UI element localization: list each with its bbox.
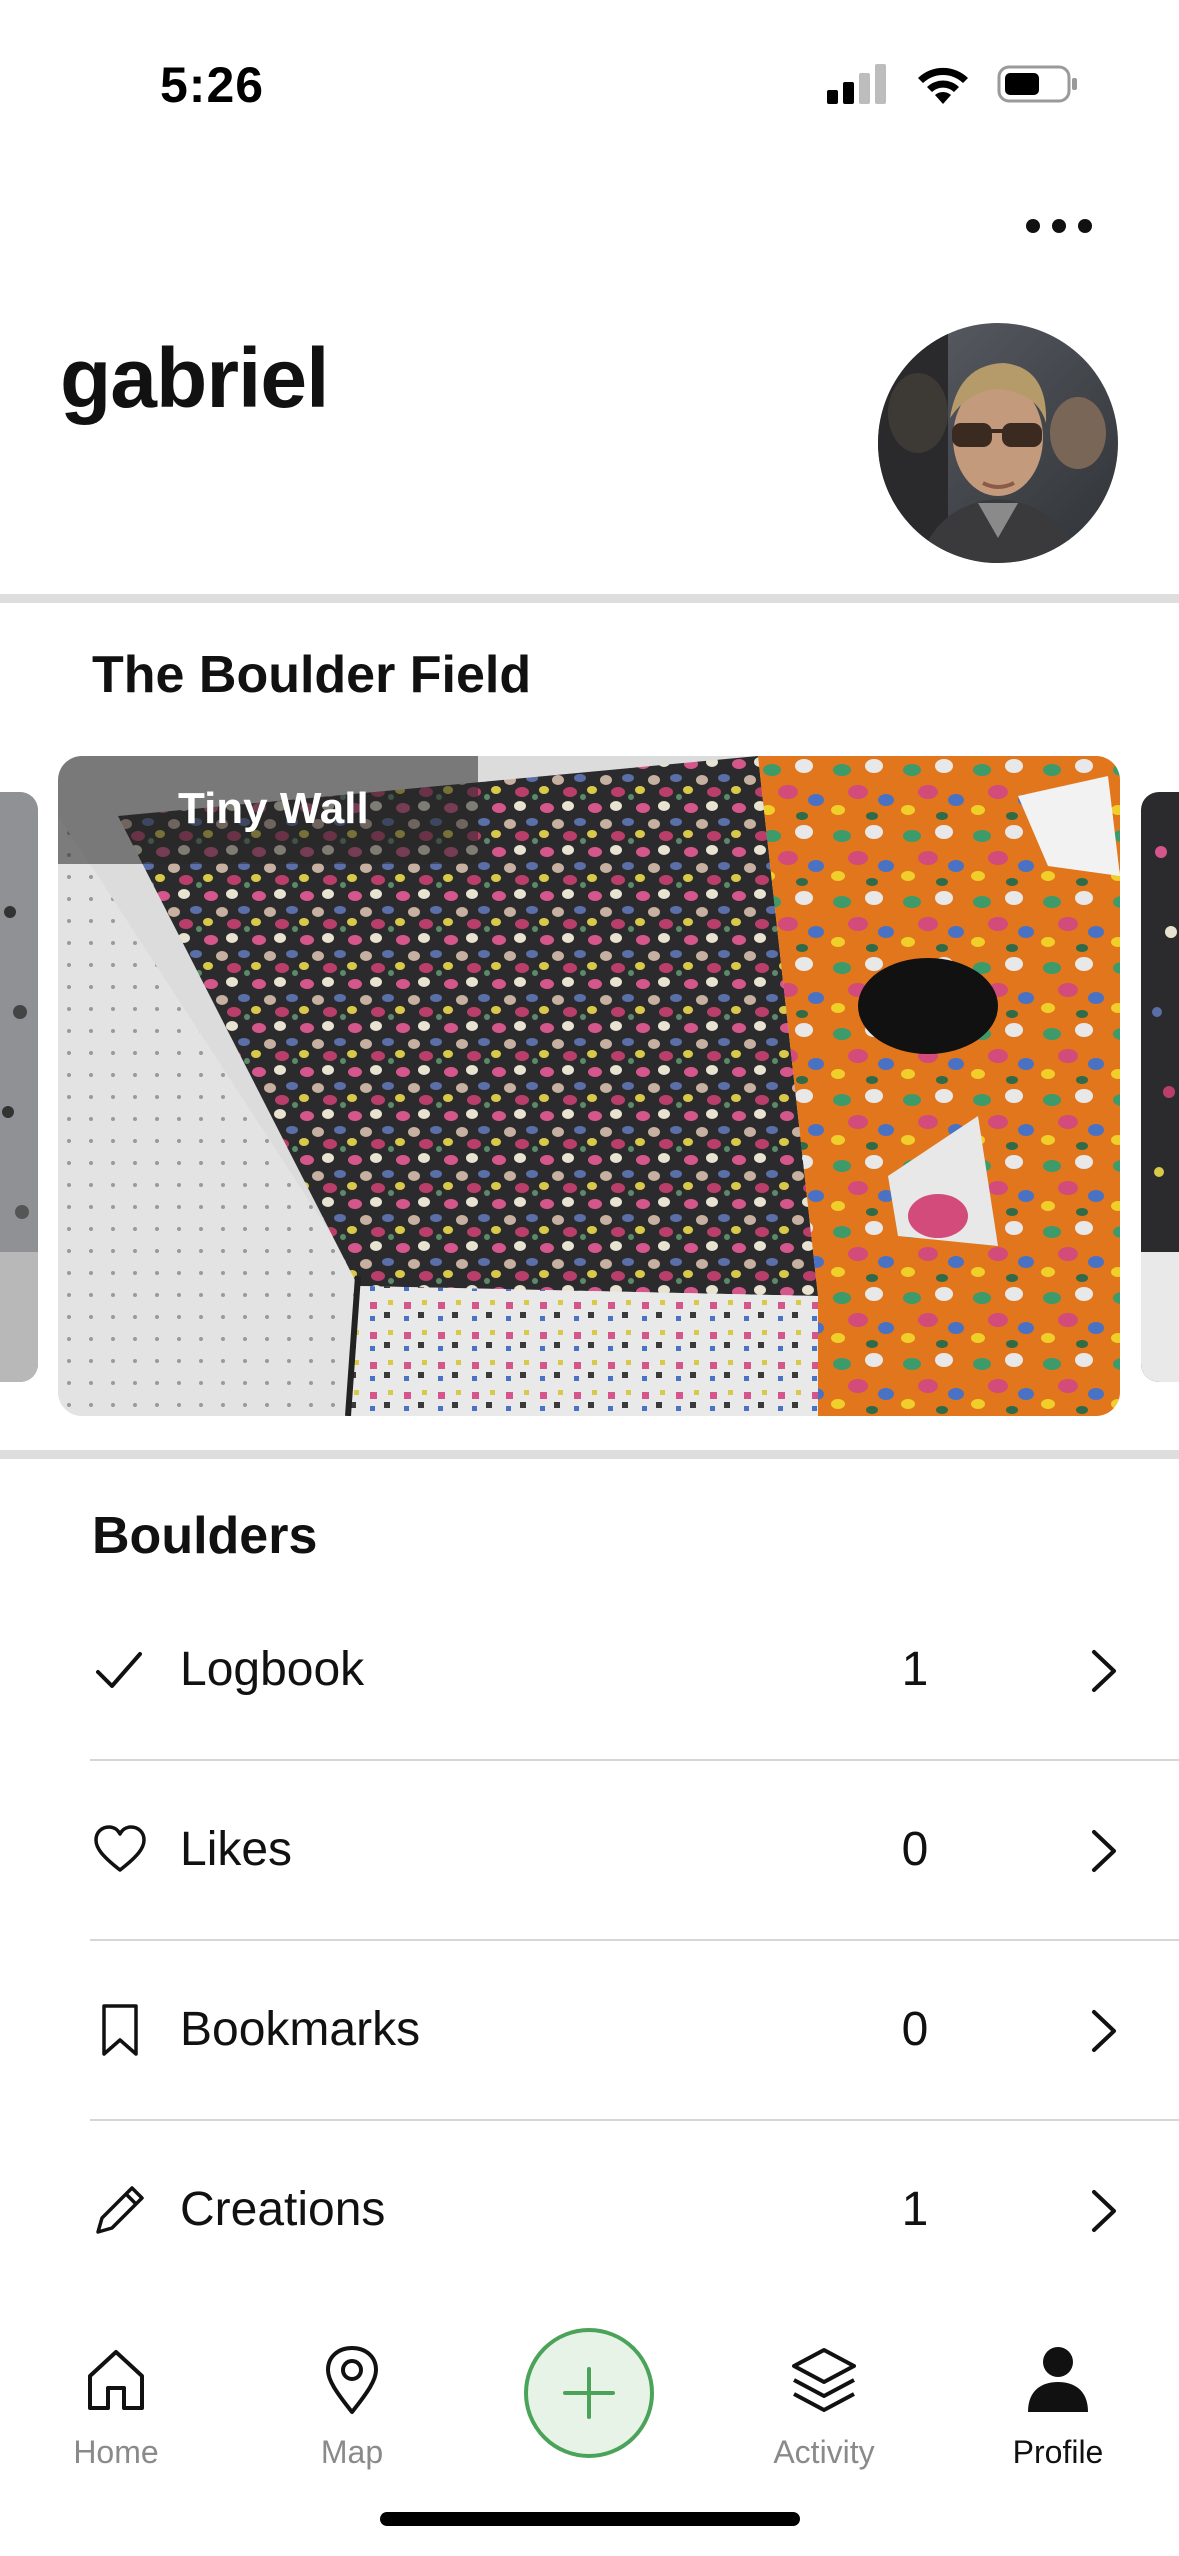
person-icon	[1028, 2347, 1088, 2412]
status-bar: 5:26	[0, 0, 1179, 170]
battery-icon	[997, 65, 1077, 103]
plus-icon	[563, 2367, 615, 2419]
wall-card-next[interactable]	[1141, 792, 1179, 1382]
boulders-section-title: Boulders	[92, 1507, 318, 1565]
wall-card[interactable]: Tiny Wall	[58, 756, 1120, 1416]
likes-row[interactable]: Likes 0	[0, 1760, 1179, 1940]
tab-activity[interactable]: Activity	[734, 2340, 914, 2471]
add-button[interactable]	[524, 2328, 654, 2458]
home-icon	[88, 2350, 144, 2410]
more-options-button[interactable]	[1009, 196, 1109, 256]
cellular-signal-icon	[827, 64, 886, 104]
more-dot	[1052, 219, 1066, 233]
tab-label: Map	[320, 2434, 384, 2470]
row-label: Creations	[180, 2183, 386, 2236]
profile-username: gabriel	[60, 331, 329, 425]
gym-name: The Boulder Field	[92, 646, 532, 704]
avatar-photo	[878, 323, 1118, 563]
tab-label: Profile	[1012, 2434, 1104, 2470]
section-divider	[0, 594, 1179, 603]
logbook-row[interactable]: Logbook 1	[0, 1580, 1179, 1760]
chevron-right-icon	[1092, 2190, 1116, 2232]
avatar[interactable]	[878, 323, 1118, 563]
wall-label: Tiny Wall	[178, 784, 369, 833]
bookmark-icon	[102, 2004, 138, 2056]
chevron-right-icon	[1092, 2010, 1116, 2052]
wall-photo-next	[1141, 792, 1179, 1382]
chevron-right-icon	[1092, 1830, 1116, 1872]
tab-map[interactable]: Map	[262, 2340, 442, 2471]
bookmarks-row[interactable]: Bookmarks 0	[0, 1940, 1179, 2120]
check-icon	[96, 1652, 142, 1688]
row-count: 0	[901, 2003, 929, 2056]
row-label: Likes	[180, 1823, 293, 1876]
more-dot	[1078, 219, 1092, 233]
row-count: 0	[901, 1823, 929, 1876]
tab-home[interactable]: Home	[26, 2340, 206, 2471]
row-count: 1	[901, 1643, 929, 1696]
row-label: Logbook	[180, 1643, 365, 1696]
pencil-icon	[96, 2186, 144, 2234]
heart-icon	[94, 1825, 146, 1872]
map-pin-icon	[326, 2346, 378, 2414]
tab-profile[interactable]: Profile	[968, 2340, 1148, 2471]
row-count: 1	[901, 2183, 929, 2236]
tab-label: Activity	[773, 2434, 875, 2470]
section-divider	[0, 1450, 1179, 1459]
status-time: 5:26	[160, 57, 265, 113]
tab-label: Home	[73, 2434, 159, 2470]
home-indicator	[380, 2512, 800, 2526]
row-label: Bookmarks	[180, 2003, 421, 2056]
chevron-right-icon	[1092, 1650, 1116, 1692]
creations-row[interactable]: Creations 1	[0, 2120, 1179, 2300]
more-horizontal-icon	[1026, 219, 1040, 233]
layers-icon	[792, 2348, 856, 2412]
status-icons	[827, 64, 1079, 104]
wifi-icon	[918, 67, 968, 104]
wall-photo-previous	[0, 792, 38, 1382]
wall-card-previous[interactable]	[0, 792, 38, 1382]
wall-carousel[interactable]: Tiny Wall	[0, 756, 1179, 1416]
